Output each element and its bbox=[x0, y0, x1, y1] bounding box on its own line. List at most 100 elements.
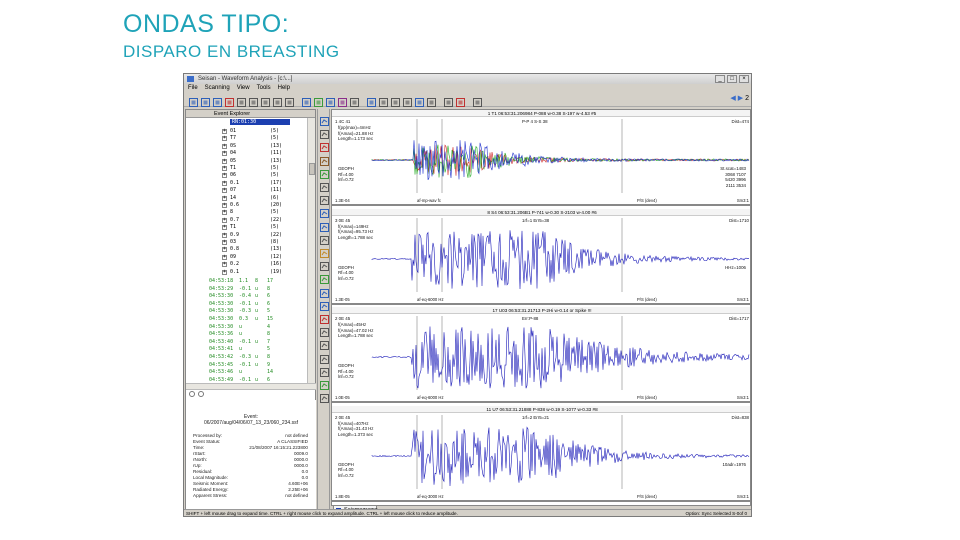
seismogram-trace[interactable]: 8 S4 06:53:31.206B1 P-741 w-0.30 S-2103 … bbox=[332, 208, 751, 305]
ruler-icon[interactable] bbox=[320, 351, 329, 364]
record-icon[interactable] bbox=[320, 324, 329, 338]
event-row[interactable]: 04:53:42 -0.3 u 8 bbox=[209, 354, 281, 362]
tree-item[interactable]: T1 (5) bbox=[230, 224, 279, 231]
marker-icon[interactable] bbox=[223, 94, 234, 107]
tree-item[interactable]: 14 (6) bbox=[230, 195, 279, 202]
tree-expand-toggle[interactable]: + bbox=[222, 195, 227, 201]
tree-vertical-scrollbar[interactable] bbox=[307, 118, 315, 383]
blue-box-icon[interactable] bbox=[320, 298, 329, 311]
save-icon[interactable] bbox=[199, 94, 210, 107]
tree-item[interactable]: 07 (11) bbox=[230, 187, 282, 194]
tree-expand-toggle[interactable]: + bbox=[222, 240, 227, 245]
tree-expand-toggle[interactable]: + bbox=[222, 188, 227, 194]
tree-expand-toggle[interactable]: + bbox=[222, 166, 227, 171]
tree-item[interactable]: 01 (5) bbox=[230, 128, 279, 135]
book-icon[interactable] bbox=[320, 192, 329, 206]
tree-expand-toggle[interactable]: + bbox=[222, 269, 227, 275]
grid-icon[interactable] bbox=[320, 271, 329, 285]
cursor-icon[interactable] bbox=[271, 94, 282, 107]
tree-item[interactable]: 0.8 (13) bbox=[230, 246, 282, 253]
menu-view[interactable]: View bbox=[237, 84, 250, 93]
tree-expand-toggle[interactable]: + bbox=[222, 247, 227, 253]
tree-expand-toggle[interactable]: + bbox=[222, 210, 227, 216]
event-row[interactable]: 04:53:45 -0.1 u 9 bbox=[209, 362, 281, 370]
tree-item[interactable]: 0.7 (22) bbox=[230, 217, 282, 224]
seismogram-trace[interactable]: 17 U03 06:53:31.21713 P-2Hi w-0.14 or Sp… bbox=[332, 307, 751, 403]
event-row[interactable]: 04:53:40 -0.1 u 7 bbox=[209, 339, 281, 347]
event-row[interactable]: 04:53:29 -0.1 u 8 bbox=[209, 286, 281, 294]
delete-icon[interactable] bbox=[320, 311, 329, 324]
tree-expand-toggle[interactable]: + bbox=[222, 180, 227, 186]
tree-item[interactable]: T7 (5) bbox=[230, 135, 279, 142]
event-row[interactable]: 04:53:30 0.3 u 15 bbox=[209, 316, 281, 324]
event-row[interactable]: 04:53:30 -0.4 u 6 bbox=[209, 293, 281, 301]
minimize-button[interactable]: _ bbox=[715, 75, 725, 83]
tree-item[interactable]: 0.6 (20) bbox=[230, 202, 282, 209]
export-icon[interactable] bbox=[320, 205, 329, 219]
tree-item[interactable]: 04 (11) bbox=[230, 150, 282, 157]
menu-help[interactable]: Help bbox=[278, 84, 290, 93]
event-row[interactable]: 04:53:18 1.1 8 17 bbox=[209, 278, 281, 286]
seismogram-trace[interactable]: 1 T1 06:53:31.206984 P-088 w-0.38 S-197 … bbox=[332, 110, 750, 206]
tree-expand-toggle[interactable]: + bbox=[222, 158, 227, 164]
play-icon[interactable] bbox=[365, 94, 376, 107]
zoom-in-icon[interactable] bbox=[247, 94, 258, 107]
seismogram-area[interactable]: 1 T1 06:53:31.206984 P-088 w-0.38 S-197 … bbox=[331, 109, 751, 506]
waveform-plot[interactable] bbox=[332, 314, 751, 396]
menu-scanning[interactable]: Scanning bbox=[205, 84, 230, 93]
tree-expand-toggle[interactable]: + bbox=[222, 262, 227, 268]
tree-item[interactable]: 0.9 (22) bbox=[230, 232, 282, 239]
close-button[interactable]: × bbox=[739, 75, 749, 83]
tree-expand-toggle[interactable]: + bbox=[222, 203, 227, 208]
tree-item[interactable]: 0S (13) bbox=[230, 143, 282, 150]
auto-icon[interactable] bbox=[320, 377, 329, 390]
tree-item[interactable]: 0.1 (19) bbox=[230, 269, 282, 276]
grid-icon[interactable] bbox=[389, 94, 400, 107]
tree-item[interactable]: T1 (5) bbox=[230, 165, 279, 172]
globe-icon[interactable] bbox=[413, 94, 424, 107]
maximize-button[interactable]: □ bbox=[727, 75, 737, 83]
zoom-icon[interactable] bbox=[320, 337, 329, 351]
rotate-icon[interactable] bbox=[324, 94, 335, 107]
polarity-icon[interactable] bbox=[320, 258, 329, 272]
event-row[interactable]: 04:53:30 -0.1 u 6 bbox=[209, 301, 281, 309]
arrow-icon[interactable] bbox=[401, 94, 412, 107]
reset-icon[interactable] bbox=[348, 94, 359, 107]
pick-icon[interactable] bbox=[320, 153, 329, 166]
tree-expand-toggle[interactable]: + bbox=[222, 217, 227, 223]
tree-expand-toggle[interactable]: + bbox=[222, 173, 227, 179]
tree-expand-toggle[interactable]: + bbox=[222, 225, 227, 231]
cursor-icon[interactable] bbox=[320, 113, 329, 126]
circle-icon[interactable] bbox=[189, 391, 195, 397]
scroll-thumb[interactable] bbox=[309, 163, 315, 175]
open-icon[interactable] bbox=[187, 94, 198, 107]
back-arrow-icon[interactable]: ◀ bbox=[730, 94, 735, 102]
waveform-plot[interactable] bbox=[332, 413, 751, 495]
event-row[interactable]: 04:53:30 -0.3 u 5 bbox=[209, 308, 281, 316]
spectrum-icon[interactable] bbox=[336, 94, 347, 107]
line-icon[interactable] bbox=[235, 94, 246, 107]
pick-icon[interactable] bbox=[312, 94, 323, 107]
event-row[interactable]: 04:53:46 u 14 bbox=[209, 369, 281, 377]
table-icon[interactable] bbox=[471, 94, 482, 107]
tree-item[interactable]: 0.1 (17) bbox=[230, 180, 282, 187]
waveform-plot[interactable] bbox=[332, 216, 751, 298]
flag-icon[interactable] bbox=[320, 285, 329, 298]
pointer-icon[interactable] bbox=[425, 94, 436, 107]
refresh-icon[interactable] bbox=[198, 391, 204, 397]
color-icon[interactable] bbox=[454, 94, 465, 107]
grid2-icon[interactable] bbox=[320, 364, 329, 377]
tree-expand-toggle[interactable]: + bbox=[222, 232, 227, 238]
tree-selected-item[interactable]: RN:01:30 bbox=[230, 119, 290, 125]
tree-item[interactable]: 09 (12) bbox=[230, 254, 282, 261]
filter-icon[interactable] bbox=[320, 139, 329, 153]
flag-icon[interactable] bbox=[377, 94, 388, 107]
copy-icon[interactable] bbox=[283, 94, 294, 107]
tree-expand-toggle[interactable]: + bbox=[222, 129, 227, 134]
menu-file[interactable]: File bbox=[188, 84, 198, 93]
event-row[interactable]: 04:53:36 u 8 bbox=[209, 331, 281, 339]
amplitude-icon[interactable] bbox=[320, 179, 329, 192]
event-row[interactable]: 04:53:41 u 5 bbox=[209, 346, 281, 354]
zoom-out-icon[interactable] bbox=[259, 94, 270, 107]
tree-horizontal-scrollbar[interactable] bbox=[186, 383, 316, 390]
